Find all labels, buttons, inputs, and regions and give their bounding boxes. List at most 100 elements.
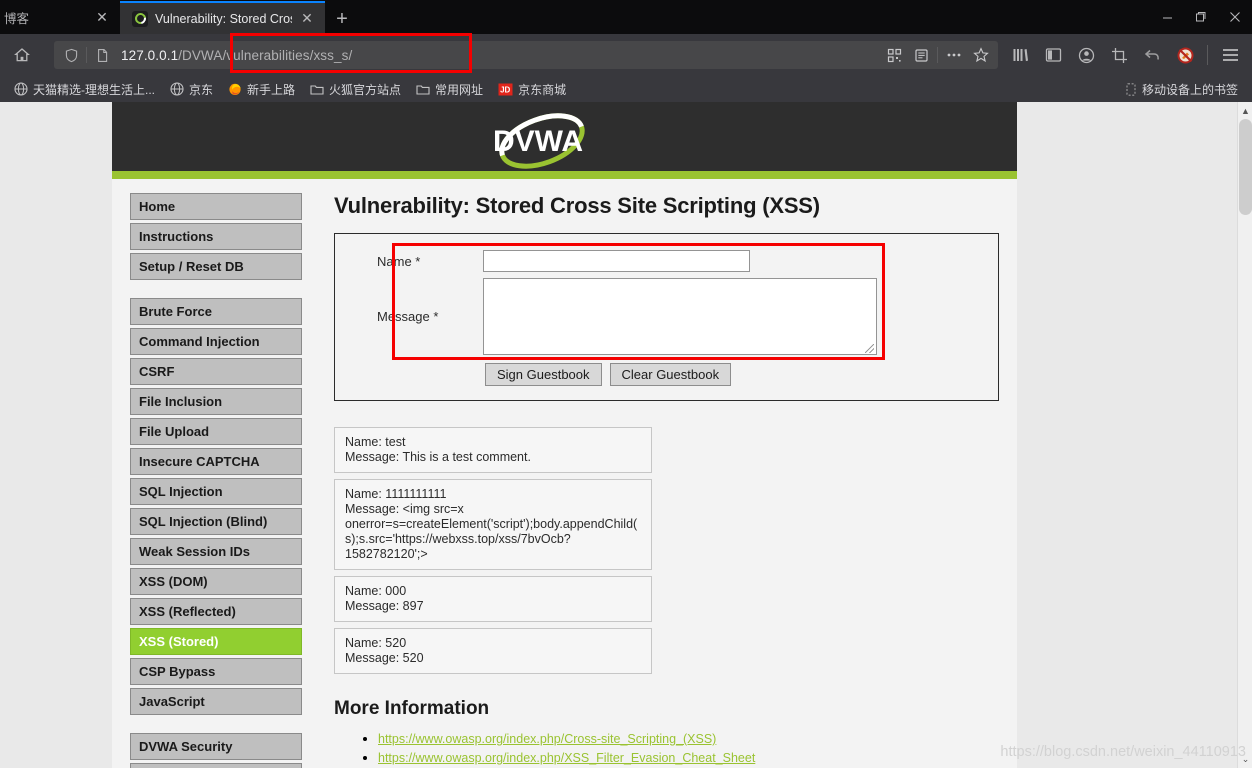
more-information-links: https://www.owasp.org/index.php/Cross-si… — [334, 730, 999, 768]
entry-name: Name: 000 — [345, 584, 407, 598]
message-row: Message * — [355, 278, 978, 355]
folder-icon — [416, 83, 430, 96]
sidebar-item-csrf[interactable]: CSRF — [130, 358, 302, 385]
entry-name: Name: 520 — [345, 636, 407, 650]
reader-view-icon[interactable] — [908, 43, 934, 67]
bookmark-star-icon[interactable] — [968, 43, 994, 67]
minimize-icon[interactable] — [1150, 0, 1184, 34]
shield-icon[interactable] — [58, 43, 84, 67]
new-tab-button[interactable]: + — [325, 4, 359, 34]
more-info-link[interactable]: https://www.owasp.org/index.php/XSS_Filt… — [378, 751, 755, 765]
bookmark-label: 移动设备上的书签 — [1141, 82, 1238, 97]
bookmark-tmall[interactable]: 天猫精选-理想生活上... — [8, 79, 161, 100]
dvwa-logo: DVWA — [480, 110, 605, 172]
screenshot-crop-icon[interactable] — [1103, 40, 1135, 70]
address-bar[interactable]: 127.0.0.1/DVWA/vulnerabilities/xss_s/ — [54, 41, 998, 69]
svg-text:JD: JD — [500, 85, 510, 94]
bookmark-jd-mall[interactable]: JD 京东商城 — [492, 79, 572, 100]
url-path: /DVWA/vulnerabilities/xss_s/ — [178, 47, 353, 63]
menu-group-misc: DVWA Security PHP Info About — [130, 733, 302, 768]
entry-message: Message: This is a test comment. — [345, 450, 531, 464]
restore-icon[interactable] — [1184, 0, 1218, 34]
sidebar-item-command-injection[interactable]: Command Injection — [130, 328, 302, 355]
browser-window: 博客 ✕ Vulnerability: Stored Cross S ✕ + — [0, 0, 1252, 768]
qr-code-icon[interactable] — [881, 43, 907, 67]
firefox-icon — [228, 82, 242, 96]
guestbook-entry: Name: 1111111111 Message: <img src=x one… — [334, 479, 652, 570]
scroll-up-icon[interactable]: ▲ — [1238, 102, 1252, 119]
sidebar-item-sql-injection[interactable]: SQL Injection — [130, 478, 302, 505]
sidebar-item-xss-stored[interactable]: XSS (Stored) — [130, 628, 302, 655]
close-icon[interactable]: ✕ — [94, 10, 110, 26]
sidebar-item-dvwa-security[interactable]: DVWA Security — [130, 733, 302, 760]
sidebar-item-xss-dom[interactable]: XSS (DOM) — [130, 568, 302, 595]
close-icon[interactable]: ✕ — [299, 11, 315, 27]
bookmark-label: 天猫精选-理想生活上... — [33, 82, 155, 97]
sidebar-item-instructions[interactable]: Instructions — [130, 223, 302, 250]
page-file-icon[interactable] — [89, 43, 115, 67]
sidebar-item-home[interactable]: Home — [130, 193, 302, 220]
message-textarea[interactable] — [483, 278, 877, 355]
sidebar-item-insecure-captcha[interactable]: Insecure CAPTCHA — [130, 448, 302, 475]
bookmark-jd[interactable]: 京东 — [164, 79, 219, 100]
tab-dvwa[interactable]: Vulnerability: Stored Cross S ✕ — [120, 1, 325, 34]
form-buttons: Sign Guestbook Clear Guestbook — [355, 363, 978, 386]
more-information-section: More Information https://www.owasp.org/i… — [334, 698, 999, 768]
sidebar-item-javascript[interactable]: JavaScript — [130, 688, 302, 715]
sidebar-item-sql-injection-blind[interactable]: SQL Injection (Blind) — [130, 508, 302, 535]
bookmark-getting-started[interactable]: 新手上路 — [222, 79, 301, 100]
sidebar-item-brute-force[interactable]: Brute Force — [130, 298, 302, 325]
bookmarks-bar: 天猫精选-理想生活上... 京东 新手上路 火狐官方站点 常用网址 JD 京东商… — [0, 76, 1252, 102]
home-icon[interactable] — [6, 40, 38, 70]
bookmark-label: 常用网址 — [435, 82, 484, 97]
divider — [1207, 45, 1208, 65]
sidebar-item-weak-session-ids[interactable]: Weak Session IDs — [130, 538, 302, 565]
web-page: DVWA Home Instructions Setup / Reset DB — [0, 102, 1237, 768]
back-arrow-icon[interactable] — [1136, 40, 1168, 70]
scrollbar-thumb[interactable] — [1239, 119, 1252, 215]
adblock-icon[interactable] — [1169, 40, 1201, 70]
title-bar: 博客 ✕ Vulnerability: Stored Cross S ✕ + — [0, 0, 1252, 34]
jd-icon: JD — [498, 83, 513, 96]
sidebar-icon[interactable] — [1037, 40, 1069, 70]
guestbook-entries: Name: test Message: This is a test comme… — [334, 427, 652, 674]
entry-message: Message: <img src=x onerror=s=createElem… — [345, 502, 638, 561]
name-input[interactable] — [483, 250, 750, 272]
sidebar-item-php-info[interactable]: PHP Info — [130, 763, 302, 768]
entry-message: Message: 897 — [345, 599, 424, 613]
tab-blog[interactable]: 博客 ✕ — [0, 1, 120, 34]
name-row: Name * — [355, 250, 978, 272]
close-icon[interactable] — [1218, 0, 1252, 34]
divider — [937, 47, 938, 63]
resize-handle-icon[interactable] — [865, 344, 874, 353]
bookmark-firefox-official[interactable]: 火狐官方站点 — [304, 79, 407, 100]
more-info-link[interactable]: https://www.owasp.org/index.php/Cross-si… — [378, 732, 716, 746]
sidebar-item-setup-reset-db[interactable]: Setup / Reset DB — [130, 253, 302, 280]
page-actions-ellipsis-icon[interactable] — [941, 43, 967, 67]
sidebar-item-csp-bypass[interactable]: CSP Bypass — [130, 658, 302, 685]
bookmark-mobile-bookmarks[interactable]: 移动设备上的书签 — [1119, 79, 1244, 100]
tab-title: 博客 — [4, 12, 30, 26]
more-information-heading: More Information — [334, 698, 490, 719]
entry-name: Name: test — [345, 435, 406, 449]
sidebar-item-file-upload[interactable]: File Upload — [130, 418, 302, 445]
tab-title: Vulnerability: Stored Cross S — [155, 11, 292, 26]
menu-group-main: Home Instructions Setup / Reset DB — [130, 193, 302, 280]
library-icon[interactable] — [1004, 40, 1036, 70]
url-text[interactable]: 127.0.0.1/DVWA/vulnerabilities/xss_s/ — [115, 48, 881, 63]
page-scrollbar[interactable]: ▲ ⌄ — [1237, 102, 1252, 768]
bookmark-common-sites[interactable]: 常用网址 — [410, 79, 489, 100]
message-label: Message * — [377, 309, 439, 324]
clear-guestbook-button[interactable]: Clear Guestbook — [609, 363, 732, 386]
sidebar: Home Instructions Setup / Reset DB Brute… — [112, 193, 302, 768]
sign-guestbook-button[interactable]: Sign Guestbook — [485, 363, 602, 386]
dvwa-header: DVWA — [112, 102, 1017, 179]
account-icon[interactable] — [1070, 40, 1102, 70]
hamburger-menu-icon[interactable] — [1214, 40, 1246, 70]
menu-group-vulnerabilities: Brute Force Command Injection CSRF File … — [130, 298, 302, 715]
navigation-toolbar: 127.0.0.1/DVWA/vulnerabilities/xss_s/ — [0, 34, 1252, 76]
sidebar-item-xss-reflected[interactable]: XSS (Reflected) — [130, 598, 302, 625]
sidebar-item-file-inclusion[interactable]: File Inclusion — [130, 388, 302, 415]
dvwa-body: Home Instructions Setup / Reset DB Brute… — [112, 179, 1017, 768]
entry-name: Name: 1111111111 — [345, 487, 447, 501]
